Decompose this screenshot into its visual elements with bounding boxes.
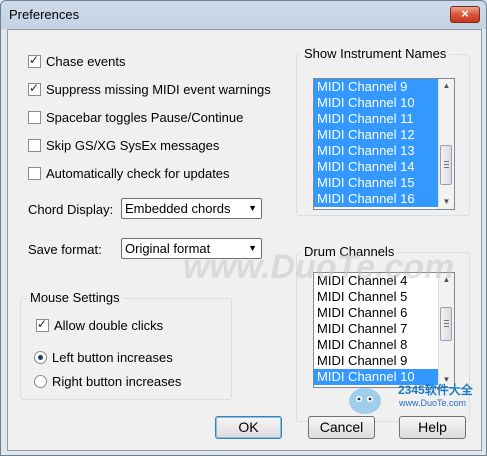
- list-item[interactable]: MIDI Channel 13: [314, 143, 454, 159]
- instrument-names-scrollbar[interactable]: ▲ ▼: [438, 79, 454, 209]
- chase-events-label: Chase events: [46, 53, 126, 69]
- list-item[interactable]: MIDI Channel 9: [314, 79, 454, 95]
- list-item[interactable]: MIDI Channel 16: [314, 191, 454, 207]
- drum-channels-items: MIDI Channel 4 MIDI Channel 5 MIDI Chann…: [314, 273, 454, 385]
- drum-channels-list[interactable]: MIDI Channel 4 MIDI Channel 5 MIDI Chann…: [313, 272, 455, 388]
- list-item[interactable]: MIDI Channel 12: [314, 127, 454, 143]
- title-bar[interactable]: Preferences ×: [1, 1, 486, 29]
- list-item[interactable]: MIDI Channel 7: [314, 321, 454, 337]
- scroll-thumb[interactable]: [440, 145, 452, 185]
- list-item[interactable]: MIDI Channel 6: [314, 305, 454, 321]
- save-format-label: Save format:: [28, 242, 102, 257]
- chord-display-label: Chord Display:: [28, 202, 114, 217]
- spacebar-toggle-label: Spacebar toggles Pause/Continue: [46, 109, 244, 125]
- check-icon: ✓: [29, 80, 40, 95]
- instrument-names-title: Show Instrument Names: [301, 46, 450, 61]
- chord-display-select[interactable]: Embedded chords ▼: [121, 198, 262, 219]
- instrument-names-items: MIDI Channel 9 MIDI Channel 10 MIDI Chan…: [314, 79, 454, 207]
- left-button-increases-option[interactable]: Left button increases: [34, 348, 173, 366]
- cancel-button[interactable]: Cancel: [308, 416, 375, 439]
- right-button-increases-label: Right button increases: [52, 373, 182, 389]
- check-updates-label: Automatically check for updates: [46, 165, 230, 181]
- scroll-up-icon[interactable]: ▲: [439, 79, 454, 93]
- ok-button[interactable]: OK: [215, 416, 282, 439]
- logo-mascot-icon: [349, 388, 381, 414]
- allow-double-clicks-option[interactable]: ✓ Allow double clicks: [36, 316, 163, 334]
- list-item[interactable]: MIDI Channel 5: [314, 289, 454, 305]
- list-item[interactable]: MIDI Channel 11: [314, 111, 454, 127]
- radio-selected-dot: [38, 354, 43, 360]
- allow-double-clicks-label: Allow double clicks: [54, 317, 164, 333]
- check-updates-checkbox[interactable]: [28, 166, 41, 180]
- suppress-warnings-option[interactable]: ✓ Suppress missing MIDI event warnings: [28, 80, 271, 98]
- chord-display-value: Embedded chords: [125, 201, 231, 216]
- watermark-logo: 2345软件大全 www.DuoTe.com: [343, 379, 483, 419]
- drum-channels-scrollbar[interactable]: ▲ ▼: [438, 273, 454, 387]
- spacebar-toggle-checkbox[interactable]: [28, 110, 41, 124]
- dropdown-arrow-icon: ▼: [248, 203, 257, 213]
- list-item[interactable]: MIDI Channel 14: [314, 159, 454, 175]
- left-button-increases-radio[interactable]: [34, 350, 47, 364]
- window-title: Preferences: [9, 7, 80, 22]
- left-button-increases-label: Left button increases: [52, 349, 173, 365]
- list-item[interactable]: MIDI Channel 8: [314, 337, 454, 353]
- check-updates-option[interactable]: Automatically check for updates: [28, 164, 230, 182]
- close-icon: ×: [461, 6, 469, 21]
- chase-events-checkbox[interactable]: ✓: [28, 52, 41, 68]
- allow-double-clicks-checkbox[interactable]: ✓: [36, 316, 49, 332]
- scroll-thumb[interactable]: [440, 307, 452, 341]
- close-button[interactable]: ×: [450, 6, 480, 23]
- skip-sysex-option[interactable]: Skip GS/XG SysEx messages: [28, 136, 219, 154]
- instrument-names-list[interactable]: MIDI Channel 9 MIDI Channel 10 MIDI Chan…: [313, 78, 455, 210]
- help-button[interactable]: Help: [399, 416, 466, 439]
- chase-events-option[interactable]: ✓ Chase events: [28, 52, 126, 70]
- scroll-down-icon[interactable]: ▼: [439, 195, 454, 209]
- watermark-text: www.DuoTe.com: [183, 248, 455, 286]
- list-item[interactable]: MIDI Channel 10: [314, 95, 454, 111]
- logo-url: www.DuoTe.com: [399, 398, 467, 408]
- suppress-warnings-label: Suppress missing MIDI event warnings: [46, 81, 271, 97]
- mouse-settings-title: Mouse Settings: [27, 290, 123, 305]
- skip-sysex-checkbox[interactable]: [28, 138, 41, 152]
- skip-sysex-label: Skip GS/XG SysEx messages: [46, 137, 220, 153]
- spacebar-toggle-option[interactable]: Spacebar toggles Pause/Continue: [28, 108, 243, 126]
- list-item[interactable]: MIDI Channel 15: [314, 175, 454, 191]
- check-icon: ✓: [37, 316, 48, 331]
- list-item[interactable]: MIDI Channel 9: [314, 353, 454, 369]
- suppress-warnings-checkbox[interactable]: ✓: [28, 80, 41, 96]
- logo-text: 2345软件大全: [398, 383, 473, 397]
- preferences-window: Preferences × ✓ Chase events ✓ Suppress …: [0, 0, 487, 456]
- check-icon: ✓: [29, 52, 40, 67]
- right-button-increases-radio[interactable]: [34, 374, 47, 388]
- right-button-increases-option[interactable]: Right button increases: [34, 372, 181, 390]
